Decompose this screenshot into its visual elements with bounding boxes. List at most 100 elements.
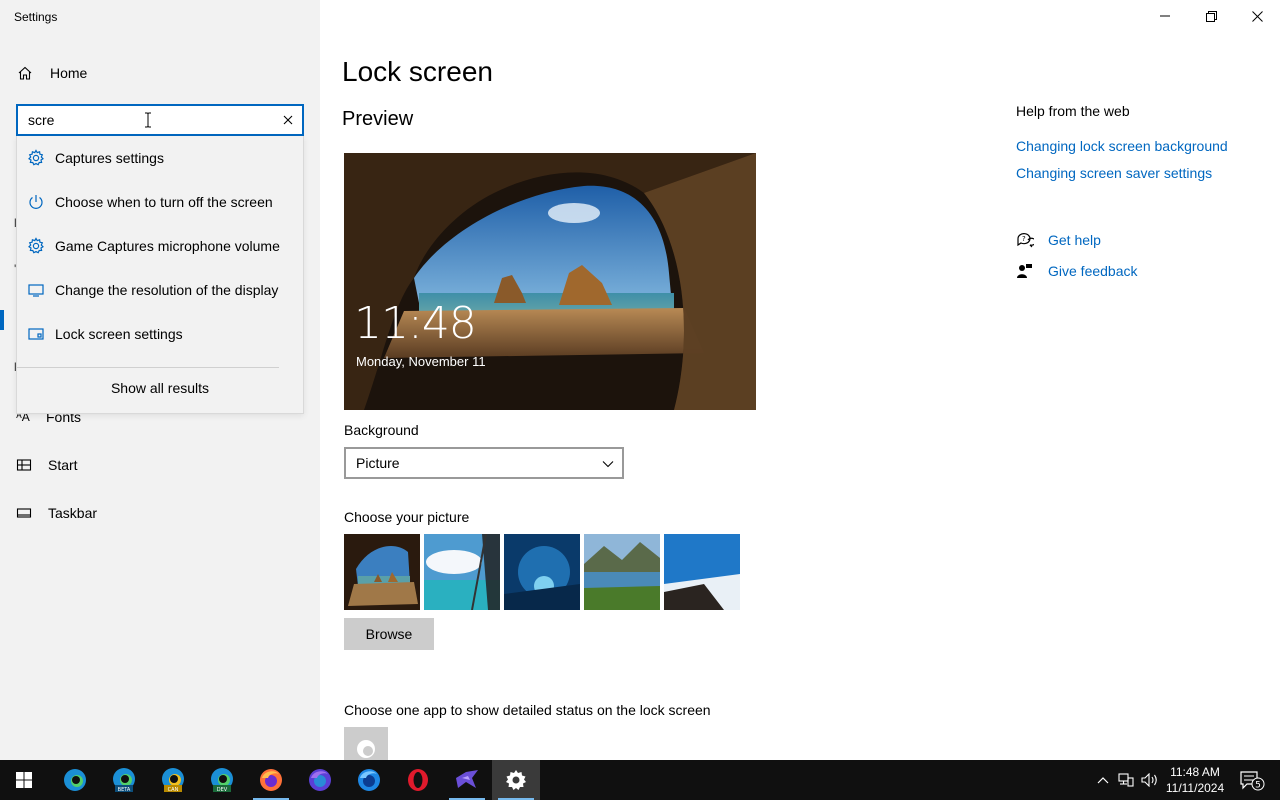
selected-indicator [0, 310, 4, 330]
app-title: Settings [14, 10, 58, 24]
edge-dev-badge: DEV [217, 787, 228, 793]
firefox-nightly-icon [309, 769, 331, 791]
feedback-icon [1016, 263, 1048, 279]
suggestion-turn-off-screen[interactable]: Choose when to turn off the screen [17, 180, 303, 224]
lock-screen-icon [17, 325, 55, 343]
taskbar-clock[interactable]: 11:48 AM 11/11/2024 [1160, 764, 1230, 796]
picture-thumbnail-cave[interactable] [344, 534, 420, 610]
start-button[interactable] [0, 760, 48, 800]
nav-start[interactable]: Start [0, 447, 320, 483]
get-help-link[interactable]: ? Get help [1016, 230, 1101, 250]
taskbar-icon [0, 505, 48, 521]
navigation-pane: Settings Home l ' l ᴬA Fonts Start Taskb… [0, 0, 320, 760]
picture-thumbnail-lake[interactable] [584, 534, 660, 610]
preview-date: Monday, November 11 [356, 354, 486, 369]
chevron-down-icon [602, 457, 614, 473]
edge-dev-icon: DEV [211, 768, 233, 793]
notification-count: 5 [1255, 781, 1261, 791]
clear-search-icon[interactable] [280, 112, 296, 128]
edge-beta-badge: BETA [118, 787, 131, 793]
taskbar: BETA CAN DEV 11:48 AM 11/11/2024 5 [0, 760, 1280, 800]
monitor-icon [17, 281, 55, 299]
suggestion-label: Game Captures microphone volume [55, 238, 280, 254]
opera-icon [408, 769, 428, 791]
search-box[interactable] [16, 104, 304, 136]
taskbar-edge-canary[interactable]: CAN [149, 760, 197, 800]
home-icon [0, 65, 50, 81]
nav-home[interactable]: Home [0, 55, 320, 91]
picture-thumbnail-snow[interactable] [664, 534, 740, 610]
taskbar-edge-beta[interactable]: BETA [100, 760, 148, 800]
minimize-button[interactable] [1142, 0, 1188, 32]
volume-icon [1141, 773, 1157, 787]
page-title: Lock screen [342, 56, 493, 87]
suggestion-lock-screen-settings[interactable]: Lock screen settings [17, 312, 303, 356]
network-icon [1118, 773, 1134, 787]
taskbar-edge-dev[interactable]: DEV [198, 760, 246, 800]
firefox-developer-icon [358, 769, 380, 791]
search-input[interactable] [18, 106, 268, 134]
suggestion-label: Lock screen settings [55, 326, 183, 342]
give-feedback-label: Give feedback [1048, 263, 1138, 279]
taskbar-firefox-nightly[interactable] [296, 760, 344, 800]
choose-picture-label: Choose your picture [344, 509, 470, 525]
help-from-web-heading: Help from the web [1016, 103, 1130, 119]
edge-canary-icon: CAN [162, 768, 184, 793]
app-status-label: Choose one app to show detailed status o… [344, 702, 711, 718]
nav-home-label: Home [50, 65, 88, 81]
suggestion-captures-settings[interactable]: Captures settings [17, 136, 303, 180]
browse-button[interactable]: Browse [344, 618, 434, 650]
svg-text:?: ? [1022, 235, 1026, 243]
detailed-status-app-button[interactable] [344, 727, 388, 760]
taskbar-firefox[interactable] [247, 760, 295, 800]
search-suggestions: Captures settings Choose when to turn of… [16, 136, 304, 414]
picture-thumbnail-sky[interactable] [424, 534, 500, 610]
notifications-icon: 5 [1240, 771, 1265, 791]
edge-icon [64, 769, 86, 791]
network-tray-button[interactable] [1116, 770, 1136, 790]
unknown-app-icon [456, 770, 478, 788]
get-help-label: Get help [1048, 232, 1101, 248]
volume-tray-button[interactable] [1140, 770, 1160, 790]
taskbar-edge[interactable] [51, 760, 99, 800]
power-icon [17, 193, 55, 211]
chevron-up-icon [1097, 777, 1109, 784]
show-all-results-link[interactable]: Show all results [17, 380, 303, 396]
nav-start-label: Start [48, 457, 78, 473]
close-button[interactable] [1234, 0, 1280, 32]
background-dropdown[interactable]: Picture [344, 447, 624, 479]
windows-start-icon [16, 772, 32, 788]
suggestion-game-captures-mic[interactable]: Game Captures microphone volume [17, 224, 303, 268]
edge-canary-badge: CAN [168, 787, 179, 793]
suggestion-change-resolution[interactable]: Change the resolution of the display [17, 268, 303, 312]
gear-icon [17, 149, 55, 167]
settings-icon [506, 770, 526, 790]
action-center-button[interactable]: 5 [1238, 770, 1266, 791]
suggestion-label: Captures settings [55, 150, 164, 166]
taskbar-unknown-app[interactable] [443, 760, 491, 800]
preview-time: 11:48 [354, 298, 477, 349]
nav-taskbar[interactable]: Taskbar [0, 495, 320, 531]
suggestion-label: Change the resolution of the display [55, 282, 279, 298]
app-placeholder-icon [357, 740, 375, 758]
help-link-lock-screen-background[interactable]: Changing lock screen background [1016, 138, 1228, 154]
text-cursor-icon [144, 112, 152, 133]
start-menu-icon [0, 457, 48, 473]
gear-icon [17, 237, 55, 255]
taskbar-settings[interactable] [492, 760, 540, 800]
give-feedback-link[interactable]: Give feedback [1016, 261, 1138, 281]
clock-date: 11/11/2024 [1165, 781, 1225, 795]
taskbar-firefox-developer[interactable] [345, 760, 393, 800]
preview-image [344, 153, 756, 410]
suggestion-label: Choose when to turn off the screen [55, 194, 273, 210]
firefox-icon [260, 769, 282, 791]
chat-help-icon: ? [1016, 232, 1048, 248]
restore-button[interactable] [1188, 0, 1234, 32]
clock-time: 11:48 AM [1170, 765, 1220, 779]
taskbar-opera[interactable] [394, 760, 442, 800]
help-link-screen-saver-settings[interactable]: Changing screen saver settings [1016, 165, 1212, 181]
lock-screen-preview: 11:48 Monday, November 11 [344, 153, 756, 410]
divider [17, 367, 279, 368]
show-hidden-icons-button[interactable] [1093, 770, 1113, 790]
picture-thumbnail-underwater[interactable] [504, 534, 580, 610]
